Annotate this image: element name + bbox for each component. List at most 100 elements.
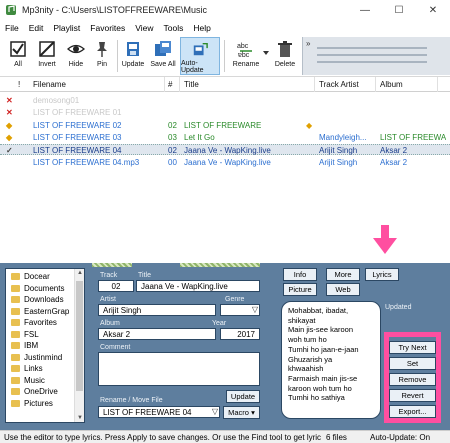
title-bar: Mp3nity - C:\Users\LISTOFFREEWARE\Music … <box>0 0 450 20</box>
set-button[interactable]: Set <box>389 357 436 370</box>
cell-number: 03 <box>168 132 177 142</box>
try-next-button[interactable]: Try Next <box>389 341 436 354</box>
menu-help[interactable]: Help <box>188 23 215 33</box>
minimize-button[interactable]: — <box>348 0 382 20</box>
folder-icon <box>11 319 20 327</box>
title-field[interactable]: Jaana Ve - WapKing.live <box>136 280 260 292</box>
folder-item[interactable]: Music <box>6 375 84 387</box>
col-number[interactable]: # <box>168 80 172 89</box>
title-label: Title <box>138 272 151 279</box>
menu-tools[interactable]: Tools <box>159 23 189 33</box>
artist-field[interactable]: Arijit Singh <box>98 304 216 316</box>
tab-lyrics[interactable]: Lyrics <box>365 268 399 281</box>
folder-label: Downloads <box>24 295 64 305</box>
lyrics-text[interactable]: Mohabbat, ibadat, shikayat Main jis-see … <box>281 301 381 419</box>
cell-artist: Mandyleigh... <box>319 132 367 142</box>
auto-update-button[interactable]: Auto-Update <box>180 37 220 75</box>
update-tag-button[interactable]: Update <box>226 390 260 403</box>
folder-label: IBM <box>24 341 39 351</box>
table-row[interactable]: LIST OF FREEWARE 04.mp3 00 Jaana Ve - WapK… <box>0 157 450 168</box>
hide-button[interactable]: Hide <box>62 37 90 75</box>
col-filename[interactable]: Filename <box>33 80 66 89</box>
save-all-button[interactable]: Save All <box>148 37 178 75</box>
table-row[interactable]: ✕ LIST OF FREEWARE 01 <box>0 107 450 118</box>
folder-item[interactable]: Documents <box>6 283 84 295</box>
menu-edit[interactable]: Edit <box>24 23 49 33</box>
menu-view[interactable]: View <box>130 23 158 33</box>
update-button[interactable]: Update <box>120 37 146 75</box>
folder-icon <box>11 353 20 361</box>
folder-item[interactable]: Justinmind <box>6 352 84 364</box>
folder-scrollbar[interactable]: ▲ ▼ <box>74 269 84 422</box>
comment-field[interactable] <box>98 352 260 386</box>
folder-label: Music <box>24 375 45 385</box>
folder-label: Favorites <box>24 318 57 328</box>
track-field[interactable]: 02 <box>98 280 134 292</box>
folder-icon <box>11 284 20 292</box>
folder-item[interactable]: OneDrive <box>6 386 84 398</box>
tag-editor: Track Title 02 Jaana Ve - WapKing.live A… <box>90 263 268 430</box>
tab-info[interactable]: Info <box>283 268 317 281</box>
folder-icon <box>11 330 20 338</box>
arrow-down-icon <box>373 225 397 254</box>
genre-select[interactable]: ▽ <box>220 304 260 316</box>
col-title[interactable]: Title <box>184 80 199 89</box>
folder-item[interactable]: FSL <box>6 329 84 341</box>
status-help: Use the editor to type lyrics. Press App… <box>4 433 322 442</box>
cell-artist: Arijit Singh <box>319 146 358 156</box>
folder-tree: Docear Documents Downloads EasternGrap Favor… <box>5 268 85 423</box>
select-all-icon <box>10 41 26 57</box>
delete-button[interactable]: Delete <box>272 37 298 75</box>
rename-select[interactable]: LIST OF FREEWARE 04 ▽ <box>98 406 220 418</box>
more-chevron[interactable]: » <box>306 39 310 48</box>
col-excl[interactable]: ! <box>18 80 20 89</box>
maximize-button[interactable]: ☐ <box>382 0 416 20</box>
table-row[interactable]: ✕ demosong01 <box>0 95 450 106</box>
folder-item[interactable]: Pictures <box>6 398 84 410</box>
rename-button[interactable]: abc ɐbc Rename <box>228 37 264 75</box>
toolbar-overflow[interactable]: » <box>302 37 450 75</box>
year-field[interactable]: 2017 <box>220 328 260 340</box>
menu-playlist[interactable]: Playlist <box>48 23 85 33</box>
table-row[interactable]: ◆ LIST OF FREEWARE 03 03 Let It Go Mandyleig… <box>0 132 450 143</box>
folder-icon <box>11 399 20 407</box>
macro-button[interactable]: Macro ▾ <box>223 406 260 419</box>
pin-button[interactable]: Pin <box>90 37 114 75</box>
cell-artist: Arijit Singh <box>319 157 358 167</box>
rename-icon: abc ɐbc <box>237 43 252 58</box>
folder-item[interactable]: Links <box>6 363 84 375</box>
toolbar: All Invert Hide Pin Update Save All Auto… <box>0 35 450 77</box>
select-all-button[interactable]: All <box>4 37 32 75</box>
folder-icon <box>11 296 20 304</box>
col-album[interactable]: Album <box>380 80 403 89</box>
folder-item[interactable]: Favorites <box>6 317 84 329</box>
comment-label: Comment <box>100 344 131 351</box>
tab-picture[interactable]: Picture <box>283 283 317 296</box>
cell-title: LIST OF FREEWARE <box>184 120 262 130</box>
cell-album: Aksar 2 <box>380 146 408 156</box>
auto-update-icon <box>193 42 208 56</box>
table-row[interactable]: ◆ LIST OF FREEWARE 02 02 LIST OF FREEWARE ◆ <box>0 120 450 131</box>
bottom-panel: Docear Documents Downloads EasternGrap Favor… <box>0 263 450 430</box>
folder-item[interactable]: EasternGrap <box>6 306 84 318</box>
tab-more[interactable]: More <box>326 268 360 281</box>
row-marker-icon: ✕ <box>6 108 13 118</box>
revert-button[interactable]: Revert <box>389 389 436 402</box>
col-track-artist[interactable]: Track Artist <box>319 80 359 89</box>
folder-item[interactable]: Downloads <box>6 294 84 306</box>
menu-favorites[interactable]: Favorites <box>85 23 130 33</box>
export-button[interactable]: Export... <box>389 405 436 418</box>
cell-filename: LIST OF FREEWARE 04.mp3 <box>33 157 140 167</box>
menu-file[interactable]: File <box>0 23 24 33</box>
folder-icon <box>11 273 20 281</box>
tab-web[interactable]: Web <box>326 283 360 296</box>
remove-button[interactable]: Remove <box>389 373 436 386</box>
invert-button[interactable]: Invert <box>32 37 62 75</box>
cell-title: Jaana Ve - WapKing.live <box>184 157 271 167</box>
folder-item[interactable]: Docear <box>6 271 84 283</box>
folder-item[interactable]: IBM <box>6 340 84 352</box>
table-row[interactable]: ✓ LIST OF FREEWARE 04 02 Jaana Ve - WapKing… <box>0 144 450 156</box>
lyrics-status: Updated <box>385 304 412 311</box>
close-button[interactable]: ✕ <box>416 0 450 20</box>
album-field[interactable]: Aksar 2 <box>98 328 216 340</box>
